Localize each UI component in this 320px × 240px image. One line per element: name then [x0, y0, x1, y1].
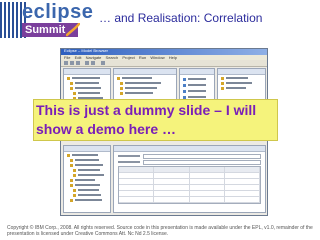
tree-item[interactable]: [73, 168, 110, 172]
slide-title: … and Realisation: Correlation: [99, 11, 263, 25]
tree-item[interactable]: [73, 91, 110, 95]
toolbar-button-icon[interactable]: [76, 61, 80, 65]
pane-header: [180, 69, 214, 75]
tree-item[interactable]: [67, 76, 110, 80]
tree-item[interactable]: [221, 86, 265, 90]
logo-wordmark: eclipse: [22, 1, 94, 23]
tree-item[interactable]: [70, 183, 110, 187]
tree-item[interactable]: [117, 76, 176, 80]
slide: eclipse Summit … and Realisation: Correl…: [0, 0, 320, 240]
tree-item[interactable]: [221, 81, 265, 85]
tree-item[interactable]: [221, 76, 265, 80]
toolbar: [61, 60, 267, 67]
text-field[interactable]: [143, 153, 261, 159]
tree-item[interactable]: [73, 193, 110, 197]
copyright-footer: Copyright © IBM Corp., 2008. All rights …: [7, 225, 313, 237]
tree-item[interactable]: [70, 86, 110, 90]
tree-item[interactable]: [73, 188, 110, 192]
toolbar-button-icon[interactable]: [85, 61, 89, 65]
tree-item[interactable]: [70, 158, 110, 162]
palette-item[interactable]: [183, 89, 211, 93]
toolbar-button-icon[interactable]: [64, 61, 68, 65]
pane-header: [64, 69, 110, 75]
eclipse-summit-logo: eclipse Summit: [0, 0, 93, 38]
tree-item[interactable]: [73, 173, 110, 177]
demo-note-text: This is just a dummy slide – I will show…: [36, 102, 257, 137]
tree-item[interactable]: [120, 91, 176, 95]
brush-stroke-icon: [66, 23, 80, 37]
pane-header: [114, 146, 265, 152]
form-row: [118, 153, 261, 159]
tree-item[interactable]: [120, 81, 176, 85]
palette-item[interactable]: [183, 83, 211, 87]
properties-pane: [113, 145, 266, 213]
model-tree-pane: [63, 145, 111, 213]
text-field[interactable]: [143, 159, 261, 165]
tree-item[interactable]: [120, 86, 176, 90]
table-row[interactable]: [119, 197, 260, 203]
toolbar-button-icon[interactable]: [101, 61, 105, 65]
properties-table: [118, 166, 261, 204]
tree-item[interactable]: [70, 178, 110, 182]
tree-item[interactable]: [70, 198, 110, 202]
tree-item[interactable]: [70, 163, 110, 167]
pane-header: [114, 69, 176, 75]
toolbar-button-icon[interactable]: [91, 61, 95, 65]
pane-header: [218, 69, 265, 75]
palette-item[interactable]: [183, 77, 211, 81]
pane-header: [64, 146, 110, 152]
tree-item[interactable]: [67, 153, 110, 157]
toolbar-button-icon[interactable]: [70, 61, 74, 65]
tree-item[interactable]: [70, 81, 110, 85]
form-row: [118, 159, 261, 165]
demo-note: This is just a dummy slide – I will show…: [33, 99, 278, 141]
window-title: Eclipse – Model Browser: [64, 48, 109, 53]
